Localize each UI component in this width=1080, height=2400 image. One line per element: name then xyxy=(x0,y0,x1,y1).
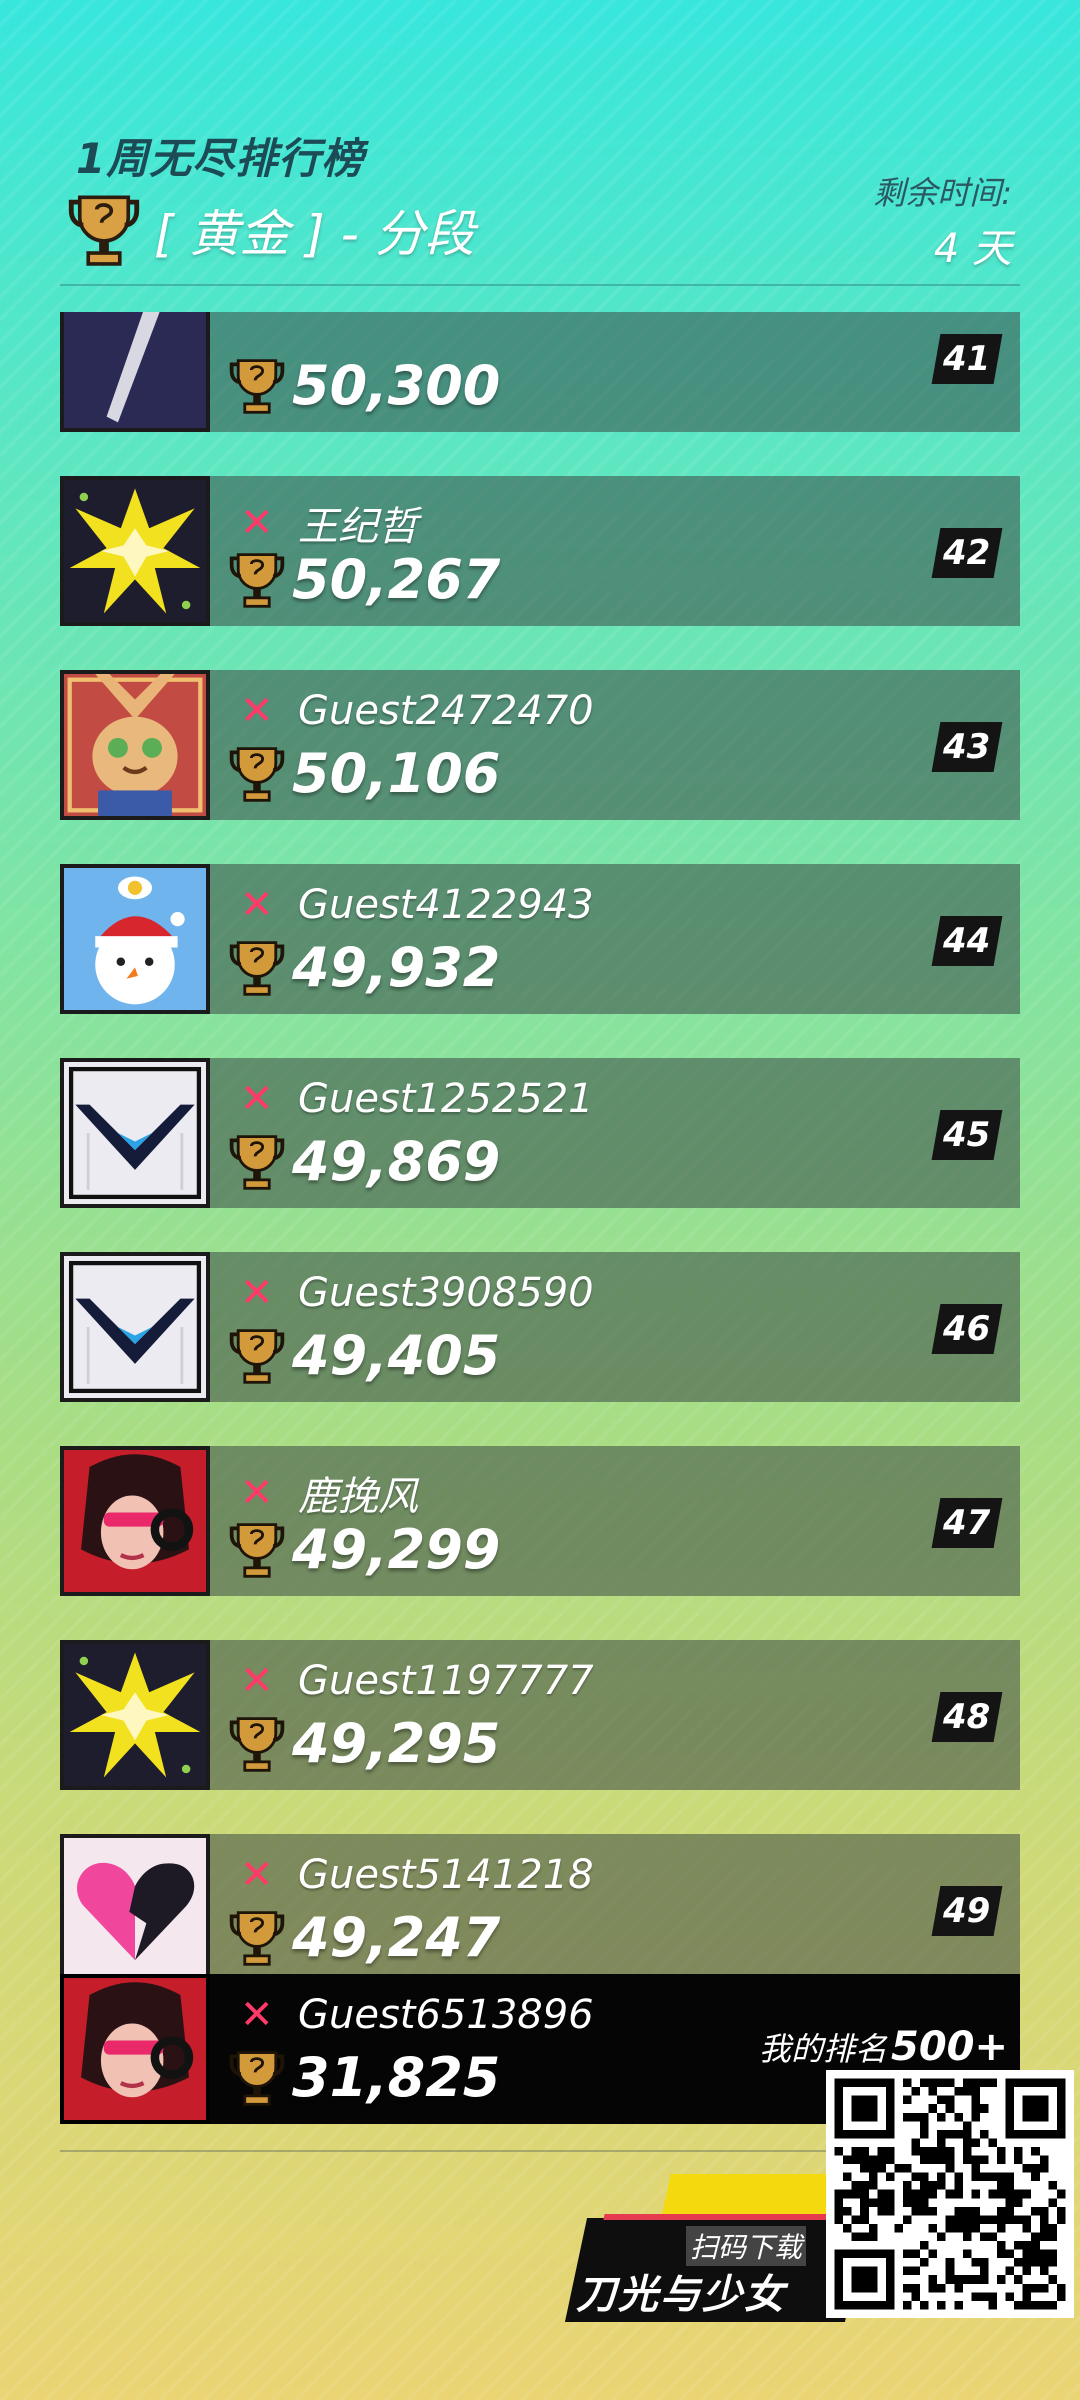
leaderboard-row[interactable]: ✕ 鹿挽风 49,299 47 xyxy=(60,1446,1020,1596)
chevron-avatar[interactable] xyxy=(60,1252,210,1402)
snowman-avatar[interactable] xyxy=(60,864,210,1014)
player-score: 50,106 xyxy=(292,742,501,805)
player-score: 49,932 xyxy=(292,936,501,999)
player-score: 49,405 xyxy=(292,1324,501,1387)
trophy-icon xyxy=(229,1134,285,1190)
x-icon: ✕ xyxy=(240,1992,274,2038)
x-icon: ✕ xyxy=(240,1270,274,1316)
player-score: 49,247 xyxy=(292,1906,501,1969)
rank-badge: 47 xyxy=(931,1498,1003,1548)
trophy-icon xyxy=(229,2050,285,2106)
leaderboard-row[interactable]: ✕ Guest1252521 49,869 45 xyxy=(60,1058,1020,1208)
trophy-icon xyxy=(229,1910,285,1966)
rank-badge: 49 xyxy=(931,1886,1003,1936)
rank-number: 46 xyxy=(943,1309,991,1349)
rank-number: 44 xyxy=(943,921,991,961)
remaining-value: 4 天 xyxy=(933,226,1012,272)
trophy-icon xyxy=(68,195,140,266)
scan-download-label: 扫码下载 xyxy=(686,2226,807,2266)
qr-code[interactable] xyxy=(826,2070,1074,2318)
dagger-avatar[interactable] xyxy=(60,312,210,432)
my-score: 31,825 xyxy=(292,2046,501,2109)
trophy-icon xyxy=(229,1716,285,1772)
tier-label: [ 黄金 ] - 分段 xyxy=(154,205,475,263)
burst-avatar[interactable] xyxy=(60,1640,210,1790)
player-name: 鹿挽风 xyxy=(298,1474,418,1520)
player-name: Guest3908590 xyxy=(298,1270,594,1316)
time-remaining: 剩余时间: 4 天 xyxy=(873,168,1012,274)
leaderboard-row[interactable]: ✕ Guest1197777 49,295 48 xyxy=(60,1640,1020,1790)
player-name: Guest1197777 xyxy=(298,1658,594,1704)
rank-number: 49 xyxy=(943,1891,991,1931)
x-icon: ✕ xyxy=(240,688,274,734)
leaderboard-row[interactable]: 50,300 41 xyxy=(60,312,1020,432)
chevron-avatar[interactable] xyxy=(60,1058,210,1208)
trophy-icon xyxy=(229,358,285,414)
heart-avatar[interactable] xyxy=(60,1834,210,1976)
my-rank: 我的排名 500+ xyxy=(759,2024,1008,2070)
girl-avatar[interactable] xyxy=(60,1446,210,1596)
remaining-label: 剩余时间: xyxy=(873,174,1012,212)
leaderboard-row[interactable]: ✕ Guest5141218 49,247 49 xyxy=(60,1834,1020,1976)
rank-number: 41 xyxy=(943,339,991,379)
leaderboard-title: 1周无尽排行榜 xyxy=(76,134,365,183)
rank-number: 47 xyxy=(943,1503,991,1543)
player-name: 王纪哲 xyxy=(298,504,418,550)
x-icon: ✕ xyxy=(240,1076,274,1122)
girl-avatar[interactable] xyxy=(60,1974,210,2124)
burst-avatar[interactable] xyxy=(60,476,210,626)
leaderboard-row[interactable]: ✕ Guest3908590 49,405 46 xyxy=(60,1252,1020,1402)
rank-badge: 42 xyxy=(931,528,1003,578)
my-rank-value: 500+ xyxy=(890,2024,1008,2070)
player-name: Guest4122943 xyxy=(298,882,594,928)
rank-number: 45 xyxy=(943,1115,991,1155)
leaderboard-row[interactable]: ✕ Guest4122943 49,932 44 xyxy=(60,864,1020,1014)
trophy-icon xyxy=(229,940,285,996)
rank-badge: 43 xyxy=(931,722,1003,772)
trophy-icon xyxy=(229,1328,285,1384)
game-name-logo: 刀光与少女 xyxy=(576,2272,786,2318)
player-score: 50,300 xyxy=(292,354,501,417)
trophy-icon xyxy=(229,552,285,608)
player-score: 49,295 xyxy=(292,1712,501,1775)
player-score: 49,299 xyxy=(292,1518,501,1581)
rank-number: 48 xyxy=(943,1697,991,1737)
leaderboard-list[interactable]: 50,300 41 ✕ 王纪哲 50,267 42 ✕ Guest2472470 50,106 4… xyxy=(60,312,1020,1976)
rank-badge: 45 xyxy=(931,1110,1003,1160)
leaderboard-row[interactable]: ✕ 王纪哲 50,267 42 xyxy=(60,476,1020,626)
x-icon: ✕ xyxy=(240,1658,274,1704)
player-score: 49,869 xyxy=(292,1130,501,1193)
rank-number: 43 xyxy=(943,727,991,767)
rank-number: 42 xyxy=(943,533,991,573)
rank-badge: 46 xyxy=(931,1304,1003,1354)
x-icon: ✕ xyxy=(240,1852,274,1898)
owl-avatar[interactable] xyxy=(60,670,210,820)
game-promo-banner[interactable]: 扫码下载 刀光与少女 xyxy=(556,2174,875,2324)
leaderboard-row[interactable]: ✕ Guest2472470 50,106 43 xyxy=(60,670,1020,820)
player-name: Guest2472470 xyxy=(298,688,594,734)
header-divider xyxy=(60,284,1020,286)
x-icon: ✕ xyxy=(240,500,274,546)
trophy-icon xyxy=(229,1522,285,1578)
x-icon: ✕ xyxy=(240,1470,274,1516)
my-name: Guest6513896 xyxy=(298,1992,594,2038)
player-name: Guest1252521 xyxy=(298,1076,594,1122)
my-rank-label: 我的排名 xyxy=(758,2030,887,2068)
rank-badge: 41 xyxy=(931,334,1003,384)
x-icon: ✕ xyxy=(240,882,274,928)
rank-badge: 44 xyxy=(931,916,1003,966)
trophy-icon xyxy=(229,746,285,802)
tier-header: [ 黄金 ] - 分段 xyxy=(64,190,475,270)
rank-badge: 48 xyxy=(931,1692,1003,1742)
player-name: Guest5141218 xyxy=(298,1852,594,1898)
player-score: 50,267 xyxy=(292,548,501,611)
